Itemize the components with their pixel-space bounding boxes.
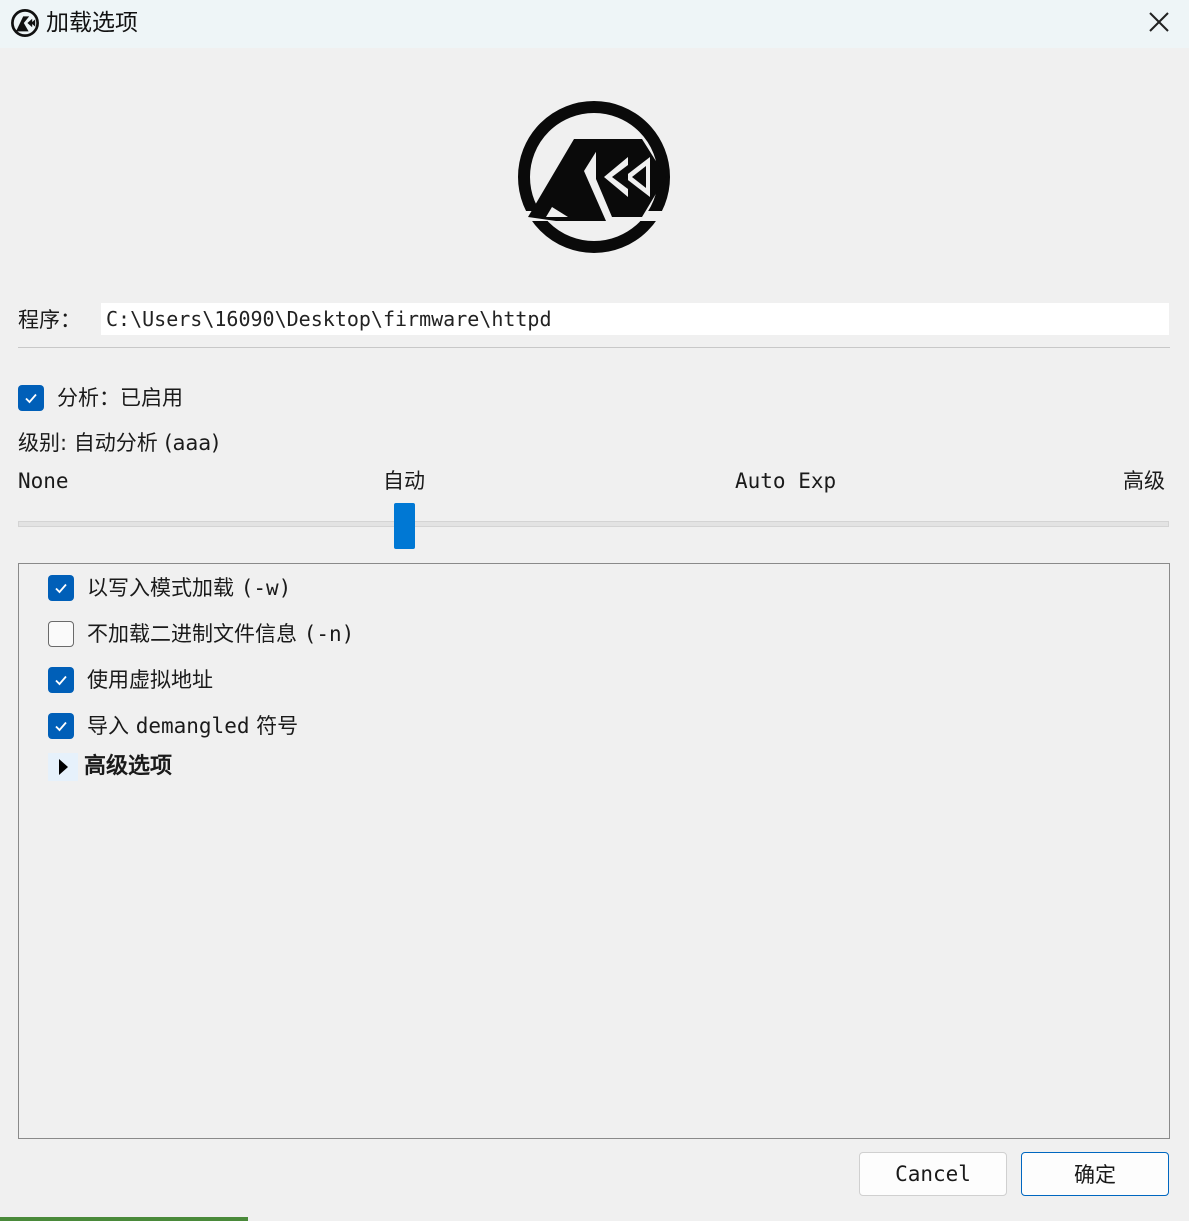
cutter-logo [516, 101, 672, 253]
analysis-checkbox[interactable] [18, 385, 44, 411]
window-title: 加载选项 [46, 10, 138, 36]
title-bar: 加载选项 [0, 0, 1189, 48]
program-path-field[interactable] [101, 303, 1169, 335]
cancel-button[interactable]: Cancel [859, 1152, 1007, 1196]
import-demangled-label: 导入 demangled 符号 [87, 711, 298, 741]
ok-button[interactable]: 确定 [1021, 1152, 1169, 1196]
slider-tick-advanced: 高级 [1123, 469, 1165, 493]
load-options-dialog: 加载选项 程序： 分析：已启用 级别: 自动分析 (aaa) None 自动 A… [0, 0, 1189, 1221]
analysis-level-slider[interactable] [18, 521, 1169, 527]
close-button[interactable] [1129, 0, 1189, 44]
advanced-expand-toggle[interactable] [48, 753, 78, 781]
slider-tick-none: None [18, 469, 69, 493]
cutter-logo-icon [11, 9, 39, 37]
slider-tick-auto: 自动 [383, 469, 425, 493]
options-panel [18, 563, 1170, 1139]
separator [18, 347, 1170, 348]
import-demangled-keyword: demangled [135, 714, 250, 738]
import-demangled-checkbox[interactable] [48, 713, 74, 739]
checkmark-icon [25, 393, 37, 404]
no-bin-info-label: 不加载二进制文件信息 (-n) [87, 619, 354, 649]
write-mode-flag: (-w) [240, 576, 292, 600]
close-icon [1149, 12, 1169, 32]
write-mode-label: 以写入模式加载 (-w) [87, 573, 291, 603]
no-bin-info-text: 不加载二进制文件信息 [87, 622, 304, 646]
virtual-address-checkbox[interactable] [48, 667, 74, 693]
write-mode-checkbox[interactable] [48, 575, 74, 601]
advanced-options-label[interactable]: 高级选项 [84, 752, 172, 782]
checkmark-icon [55, 721, 67, 732]
no-bin-info-checkbox[interactable] [48, 621, 74, 647]
write-mode-text: 以写入模式加载 [87, 576, 241, 600]
virtual-address-label: 使用虚拟地址 [87, 668, 213, 692]
checkmark-icon [55, 583, 67, 594]
expand-arrow-icon [59, 759, 68, 775]
no-bin-info-flag: (-n) [303, 622, 355, 646]
slider-tick-auto-exp: Auto Exp [735, 469, 837, 493]
import-demangled-tail: 符号 [249, 714, 299, 738]
program-label: 程序： [18, 308, 81, 332]
import-demangled-text: 导入 [87, 714, 136, 738]
slider-thumb[interactable] [394, 503, 415, 549]
checkmark-icon [55, 675, 67, 686]
taskbar-edge [0, 1217, 248, 1221]
analysis-label: 分析：已启用 [57, 386, 183, 410]
analysis-level-label: 级别: 自动分析 (aaa) [18, 431, 220, 455]
